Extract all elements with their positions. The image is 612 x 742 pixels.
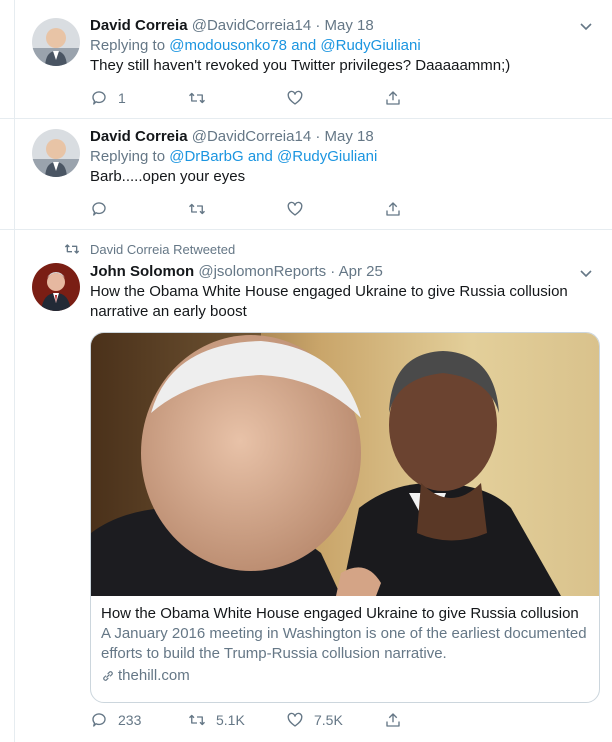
user-name[interactable]: David Correia — [90, 17, 188, 34]
share-icon — [386, 202, 400, 216]
avatar[interactable] — [32, 263, 80, 311]
retweet-button[interactable] — [188, 199, 206, 219]
retweet-icon — [189, 92, 205, 104]
reply-icon — [92, 713, 106, 727]
like-button[interactable]: 7.5K — [286, 710, 343, 730]
card-title: How the Obama White House engaged Ukrain… — [101, 605, 579, 622]
card-domain-label: thehill.com — [118, 667, 190, 684]
retweet-button[interactable] — [188, 88, 206, 108]
tweet[interactable]: David Correia @DavidCorreia14 · May 18 R… — [0, 118, 612, 230]
tweet-text-line: narrative an early boost — [90, 303, 247, 320]
mention-link[interactable]: @RudyGiuliani — [320, 37, 420, 54]
like-button[interactable] — [286, 199, 304, 219]
user-name[interactable]: David Correia — [90, 128, 188, 145]
chevron-down-icon[interactable] — [578, 18, 594, 34]
tweet-date[interactable]: May 18 — [325, 128, 374, 145]
retweet-icon — [189, 714, 205, 726]
card-image[interactable] — [91, 333, 599, 596]
retweet-context: David Correia Retweeted — [64, 241, 235, 257]
mention-link[interactable]: @DrBarbG — [169, 148, 243, 165]
user-handle[interactable]: @jsolomonReports — [198, 263, 326, 280]
reply-button[interactable]: 233 — [90, 710, 141, 730]
like-icon — [287, 90, 303, 105]
reply-count: 1 — [118, 90, 126, 106]
card-description-line: efforts to build the Trump-Russia collus… — [101, 645, 447, 662]
reply-button[interactable] — [90, 199, 108, 219]
retweet-icon — [64, 244, 80, 254]
mention-link[interactable]: @RudyGiuliani — [277, 148, 377, 165]
replying-to: Replying to @modousonko78 and @RudyGiuli… — [90, 36, 572, 56]
tweet-text: Barb.....open your eyes — [90, 168, 246, 185]
avatar[interactable] — [32, 129, 80, 177]
share-icon — [386, 91, 400, 105]
card-description-line: A January 2016 meeting in Washington is … — [101, 625, 587, 642]
tweet[interactable]: David Correia @DavidCorreia14 · May 18 R… — [0, 0, 612, 119]
card-body: How the Obama White House engaged Ukrain… — [91, 596, 599, 694]
share-button[interactable] — [384, 710, 402, 730]
reply-icon — [92, 202, 106, 216]
retweet-icon — [189, 203, 205, 215]
like-icon — [287, 712, 303, 727]
tweet-date[interactable]: Apr 25 — [339, 263, 383, 280]
user-handle[interactable]: @DavidCorreia14 — [192, 128, 311, 145]
tweet-date[interactable]: May 18 — [325, 17, 374, 34]
separator: · — [330, 263, 336, 280]
card-domain: thehill.com — [101, 666, 587, 686]
and-link[interactable]: and — [248, 148, 273, 165]
and-link[interactable]: and — [291, 37, 316, 54]
retweet-count: 5.1K — [216, 712, 245, 728]
share-button[interactable] — [384, 199, 402, 219]
tweet[interactable]: David Correia Retweeted John Solomon @js… — [0, 229, 612, 742]
like-icon — [287, 201, 303, 216]
replying-prefix: Replying to — [90, 37, 166, 54]
avatar[interactable] — [32, 18, 80, 66]
link-card[interactable]: How the Obama White House engaged Ukrain… — [90, 332, 600, 703]
share-button[interactable] — [384, 88, 402, 108]
user-name[interactable]: John Solomon — [90, 263, 194, 280]
reply-button[interactable]: 1 — [90, 88, 126, 108]
reply-icon — [92, 91, 106, 105]
tweet-text-line: How the Obama White House engaged Ukrain… — [90, 283, 568, 300]
separator: · — [315, 17, 321, 34]
replying-to: Replying to @DrBarbG and @RudyGiuliani — [90, 147, 572, 167]
replying-prefix: Replying to — [90, 148, 166, 165]
tweet-header: David Correia @DavidCorreia14 · May 18 — [90, 16, 572, 36]
link-icon — [103, 671, 113, 681]
tweet-header: John Solomon @jsolomonReports · Apr 25 — [90, 262, 572, 282]
retweet-context-label[interactable]: David Correia Retweeted — [90, 242, 235, 257]
retweet-button[interactable]: 5.1K — [188, 710, 245, 730]
like-button[interactable] — [286, 88, 304, 108]
tweet-text: They still haven't revoked you Twitter p… — [90, 57, 511, 74]
chevron-down-icon[interactable] — [578, 265, 594, 281]
reply-count: 233 — [118, 712, 142, 728]
like-count: 7.5K — [314, 712, 343, 728]
mention-link[interactable]: @modousonko78 — [169, 37, 287, 54]
separator: · — [315, 128, 321, 145]
share-icon — [386, 713, 400, 727]
tweet-header: David Correia @DavidCorreia14 · May 18 — [90, 127, 572, 147]
user-handle[interactable]: @DavidCorreia14 — [192, 17, 311, 34]
